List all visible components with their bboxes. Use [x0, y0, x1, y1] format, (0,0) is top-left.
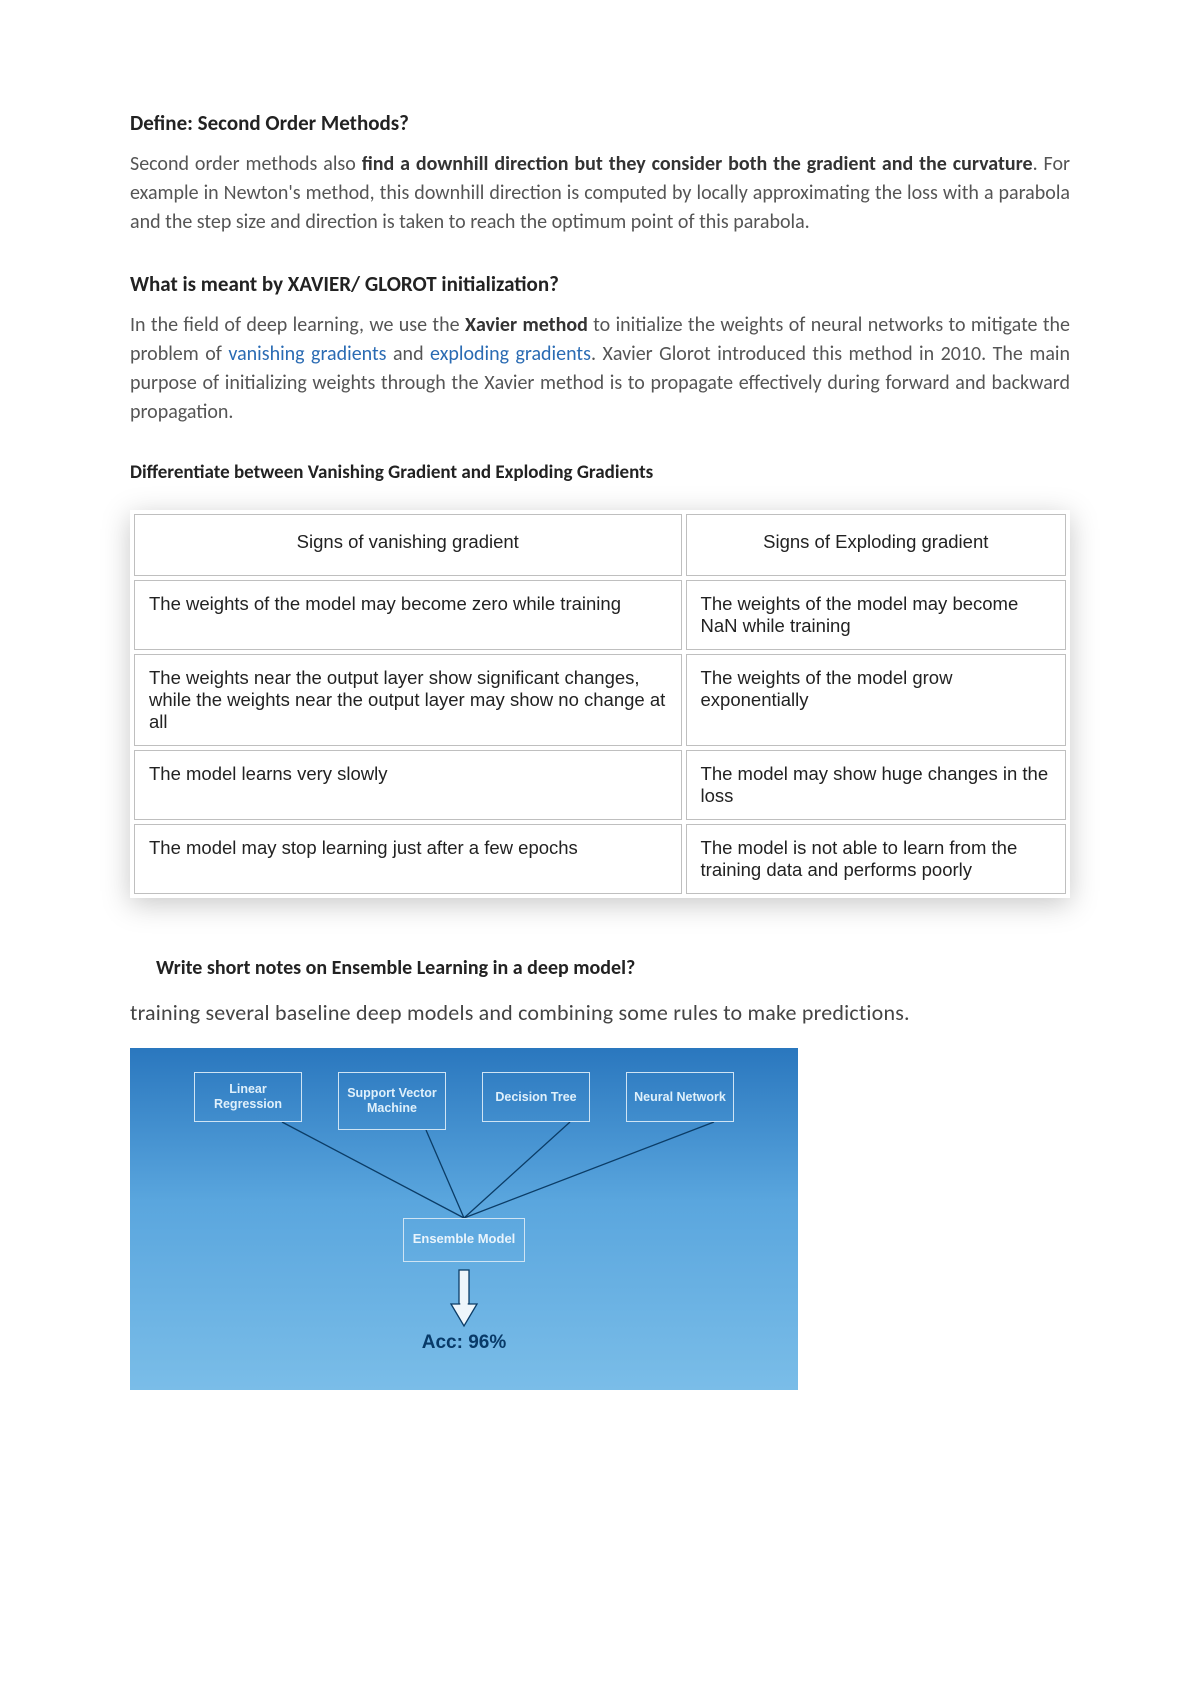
table-row: The weights of the model may become zero…	[134, 580, 1066, 650]
cell-vanishing: The model learns very slowly	[134, 750, 682, 820]
q4-heading: Write short notes on Ensemble Learning i…	[156, 956, 1070, 980]
table-row: The weights near the output layer show s…	[134, 654, 1066, 746]
diagram-top-nodes: Linear Regression Support Vector Machine…	[130, 1072, 798, 1130]
comparison-table: Signs of vanishing gradient Signs of Exp…	[130, 510, 1070, 898]
ensemble-diagram: Linear Regression Support Vector Machine…	[130, 1048, 798, 1390]
q2-text-and: and	[387, 342, 431, 366]
q1-paragraph: Second order methods also find a downhil…	[130, 150, 1070, 237]
node-ensemble-model: Ensemble Model	[403, 1218, 525, 1262]
comparison-table-wrap: Signs of vanishing gradient Signs of Exp…	[130, 510, 1070, 898]
cell-exploding: The model may show huge changes in the l…	[686, 750, 1066, 820]
q1-text-lead: Second order methods also	[130, 152, 362, 176]
q2-heading: What is meant by XAVIER/ GLOROT initiali…	[130, 271, 1070, 297]
table-title: Differentiate between Vanishing Gradient…	[130, 461, 1070, 484]
cell-vanishing: The weights near the output layer show s…	[134, 654, 682, 746]
q2-text-bold: Xavier method	[465, 313, 588, 337]
table-row: The model learns very slowly The model m…	[134, 750, 1066, 820]
arrow-down-icon	[447, 1268, 481, 1335]
th-exploding: Signs of Exploding gradient	[686, 514, 1066, 576]
cell-vanishing: The weights of the model may become zero…	[134, 580, 682, 650]
q2-text-a: In the field of deep learning, we use th…	[130, 313, 465, 337]
q1-heading: Define: Second Order Methods?	[130, 110, 1070, 136]
cell-exploding: The weights of the model grow exponentia…	[686, 654, 1066, 746]
accuracy-label: Acc: 96%	[422, 1332, 507, 1354]
node-linear-regression: Linear Regression	[194, 1072, 302, 1122]
cell-exploding: The model is not able to learn from the …	[686, 824, 1066, 894]
q1-text-bold: find a downhill direction but they consi…	[362, 152, 1033, 176]
th-vanishing: Signs of vanishing gradient	[134, 514, 682, 576]
link-vanishing-gradients[interactable]: vanishing gradients	[228, 342, 386, 366]
node-svm: Support Vector Machine	[338, 1072, 446, 1130]
table-row: The model may stop learning just after a…	[134, 824, 1066, 894]
cell-vanishing: The model may stop learning just after a…	[134, 824, 682, 894]
q2-paragraph: In the field of deep learning, we use th…	[130, 311, 1070, 427]
node-decision-tree: Decision Tree	[482, 1072, 590, 1122]
cell-exploding: The weights of the model may become NaN …	[686, 580, 1066, 650]
table-header-row: Signs of vanishing gradient Signs of Exp…	[134, 514, 1066, 576]
link-exploding-gradients[interactable]: exploding gradients	[430, 342, 591, 366]
q4-paragraph: training several baseline deep models an…	[130, 998, 1070, 1028]
node-neural-network: Neural Network	[626, 1072, 734, 1122]
